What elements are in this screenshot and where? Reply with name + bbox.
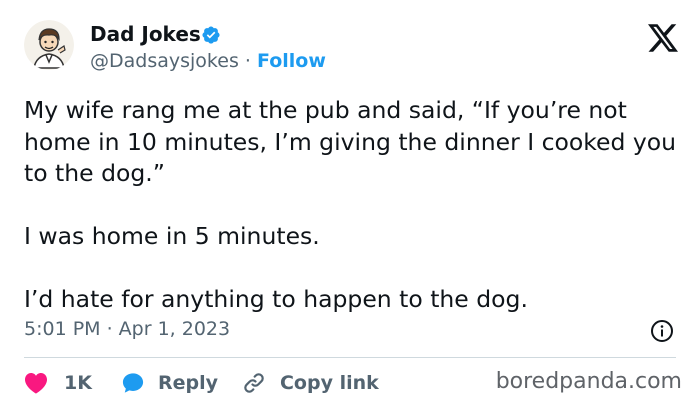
reply-label: Reply [157,372,218,394]
heart-icon [25,373,47,394]
like-button[interactable]: 1K [24,372,92,394]
tweet-paragraph: My wife rang me at the pub and said, “If… [24,96,677,187]
handle-row: @Dadsaysjokes · Follow [90,50,326,72]
info-icon[interactable] [650,319,674,343]
x-logo-icon[interactable] [648,24,678,52]
tweet-paragraph: I’d hate for anything to happen to the d… [24,285,528,313]
separator: · [244,50,251,72]
tweet-paragraph: I was home in 5 minutes. [24,222,320,250]
author-handle[interactable]: @Dadsaysjokes [90,50,239,72]
copy-link-button[interactable]: Copy link [242,371,379,395]
copy-link-label: Copy link [279,372,379,394]
follow-button[interactable]: Follow [257,50,326,72]
reply-button[interactable]: Reply [122,372,218,394]
avatar[interactable] [24,20,74,70]
verified-badge-icon [202,26,220,44]
speech-bubble-icon [122,373,144,393]
dad-cartoon-avatar-icon [24,20,74,70]
tweet-text: My wife rang me at the pub and said, “If… [24,95,684,316]
action-bar: 1K Reply Copy link [24,369,379,397]
like-count: 1K [64,372,92,394]
author-name[interactable]: Dad Jokes [90,22,201,46]
tweet-timestamp[interactable]: 5:01 PM · Apr 1, 2023 [24,318,230,340]
link-icon [244,373,264,393]
watermark: boredpanda.com [495,369,682,394]
divider [24,357,676,358]
